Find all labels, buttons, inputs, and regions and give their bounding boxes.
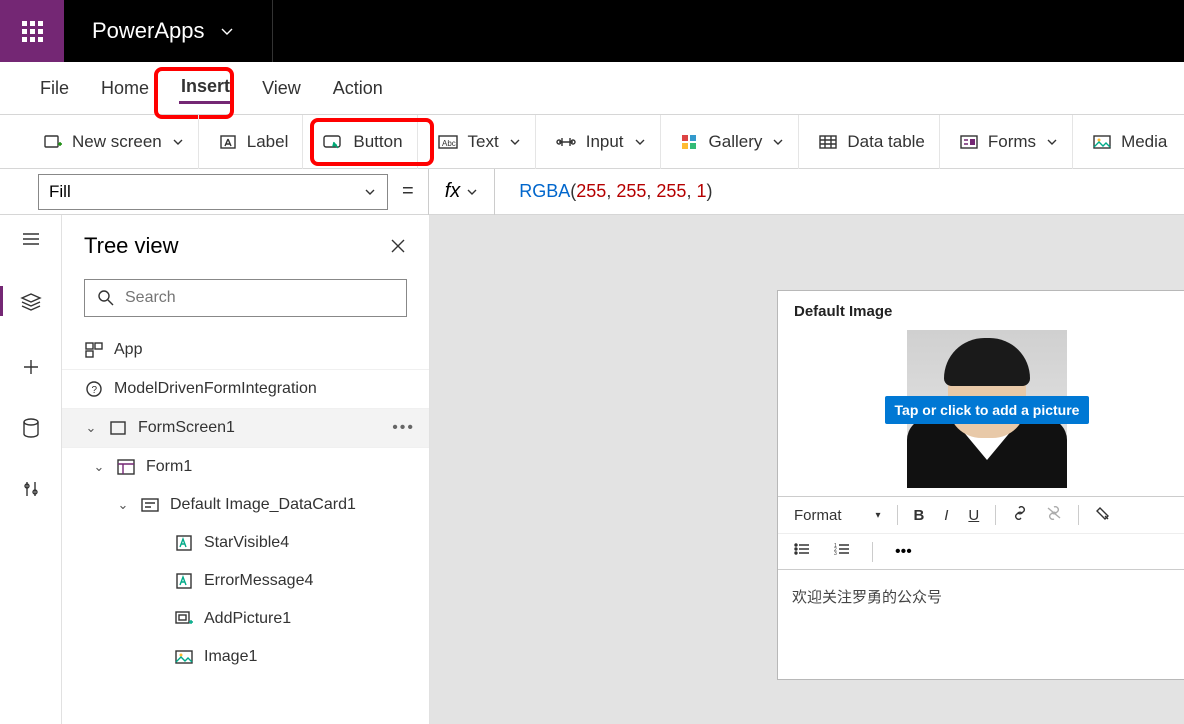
- equals-sign: =: [402, 180, 414, 203]
- link-icon: [1012, 506, 1028, 520]
- label-icon: [174, 573, 194, 589]
- ribbon-button[interactable]: Button: [309, 115, 417, 169]
- gallery-icon: [681, 134, 699, 150]
- database-icon: [22, 418, 40, 438]
- fx-dropdown[interactable]: fx: [428, 169, 496, 215]
- svg-text:Abc: Abc: [442, 139, 456, 148]
- layers-icon: [20, 292, 42, 312]
- tree-item-errormessage[interactable]: ErrorMessage4: [62, 562, 429, 600]
- editor-more[interactable]: •••: [889, 541, 918, 563]
- tree-search[interactable]: [84, 279, 407, 317]
- menu-view[interactable]: View: [260, 74, 303, 103]
- form-card[interactable]: Default Image Tap or click to add a pict…: [777, 290, 1184, 680]
- card-title: Default Image: [778, 291, 1184, 326]
- chevron-down-icon: ⌄: [92, 459, 106, 475]
- caret-down-icon: ▾: [876, 510, 881, 521]
- tree-item-starvisible[interactable]: StarVisible4: [62, 524, 429, 562]
- ribbon-data-table[interactable]: Data table: [805, 115, 940, 169]
- editor-bullet-list[interactable]: [788, 540, 816, 563]
- menu-action[interactable]: Action: [331, 74, 385, 103]
- editor-underline[interactable]: U: [962, 505, 985, 526]
- table-icon: [819, 134, 837, 150]
- svg-text:?: ?: [92, 385, 98, 396]
- new-screen-icon: [44, 134, 62, 150]
- unlink-icon: [1046, 506, 1062, 520]
- svg-text:3: 3: [834, 551, 837, 556]
- ribbon-text[interactable]: Abc Text: [424, 115, 536, 169]
- tree-item-datacard[interactable]: ⌄ Default Image_DataCard1: [62, 486, 429, 524]
- rail-advanced-tools[interactable]: [22, 479, 40, 504]
- bullet-list-icon: [794, 542, 810, 556]
- chevron-down-icon: [1046, 136, 1058, 148]
- rail-hamburger[interactable]: [21, 231, 41, 252]
- editor-bold[interactable]: B: [908, 505, 931, 526]
- editor-italic[interactable]: I: [936, 505, 956, 526]
- tree-item-modeldriven[interactable]: ? ModelDrivenFormIntegration: [62, 370, 429, 409]
- image-icon: [174, 650, 194, 664]
- waffle-icon: [22, 21, 43, 42]
- tree-view-title: Tree view: [84, 233, 179, 259]
- add-picture-banner[interactable]: Tap or click to add a picture: [885, 396, 1090, 424]
- search-icon: [97, 289, 115, 307]
- media-icon: [1093, 134, 1111, 150]
- formula-input[interactable]: RGBA(255, 255, 255, 1): [509, 181, 712, 202]
- chevron-down-icon[interactable]: [219, 23, 235, 39]
- datacard-icon: [140, 498, 160, 512]
- rail-insert[interactable]: [21, 357, 41, 382]
- chevron-down-icon: [634, 136, 646, 148]
- ribbon-forms[interactable]: Forms: [946, 115, 1073, 169]
- tree-item-form1[interactable]: ⌄ Form1: [62, 448, 429, 486]
- menu-insert[interactable]: Insert: [179, 72, 232, 104]
- addpicture-icon: [174, 611, 194, 627]
- rail-data[interactable]: [22, 418, 40, 443]
- property-selector[interactable]: Fill: [38, 174, 388, 210]
- editor-format-dropdown[interactable]: Format ▾: [788, 505, 887, 526]
- form-icon: [116, 459, 136, 475]
- rail-tree-view[interactable]: [20, 288, 42, 321]
- ribbon-new-screen[interactable]: New screen: [30, 115, 199, 169]
- clear-format-icon: [1095, 505, 1111, 521]
- plus-icon: [21, 357, 41, 377]
- tree-item-addpicture[interactable]: AddPicture1: [62, 600, 429, 638]
- close-icon[interactable]: [389, 237, 407, 255]
- chevron-down-icon: [172, 136, 184, 148]
- tree-search-input[interactable]: [125, 289, 394, 307]
- app-icon: [84, 342, 104, 358]
- menu-file[interactable]: File: [38, 74, 71, 103]
- editor-clear-format[interactable]: [1089, 503, 1117, 527]
- input-icon: [556, 134, 576, 150]
- ribbon-input[interactable]: Input: [542, 115, 661, 169]
- chevron-down-icon: [509, 136, 521, 148]
- ribbon-media[interactable]: Media: [1079, 115, 1181, 169]
- ribbon-label[interactable]: Label: [205, 115, 304, 169]
- chevron-down-icon: [772, 136, 784, 148]
- tree-item-image1[interactable]: Image1: [62, 638, 429, 676]
- editor-unlink[interactable]: [1040, 504, 1068, 526]
- tools-icon: [22, 479, 40, 499]
- app-launcher-button[interactable]: [0, 0, 64, 62]
- tree-item-app[interactable]: App: [62, 331, 429, 370]
- app-title: PowerApps: [92, 18, 205, 44]
- chevron-down-icon: [363, 185, 377, 199]
- chevron-down-icon: [466, 186, 478, 198]
- label-icon: [219, 133, 237, 151]
- tree-item-formscreen[interactable]: ⌄ FormScreen1 •••: [62, 409, 429, 448]
- number-list-icon: 123: [834, 542, 850, 556]
- button-icon: [323, 133, 343, 151]
- editor-number-list[interactable]: 123: [828, 540, 856, 563]
- forms-icon: [960, 134, 978, 150]
- menu-home[interactable]: Home: [99, 74, 151, 103]
- editor-link[interactable]: [1006, 504, 1034, 526]
- label-icon: [174, 535, 194, 551]
- editor-body[interactable]: 欢迎关注罗勇的公众号: [778, 569, 1184, 679]
- chevron-down-icon: ⌄: [84, 420, 98, 436]
- more-options[interactable]: •••: [392, 419, 415, 437]
- hamburger-icon: [21, 231, 41, 247]
- text-icon: Abc: [438, 134, 458, 150]
- help-icon: ?: [84, 380, 104, 398]
- chevron-down-icon: ⌄: [116, 497, 130, 513]
- ribbon-gallery[interactable]: Gallery: [667, 115, 800, 169]
- screen-icon: [108, 421, 128, 435]
